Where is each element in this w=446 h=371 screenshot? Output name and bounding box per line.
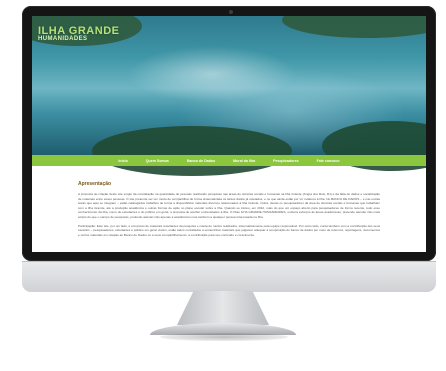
nav-item-fale-conosco[interactable]: Fale conosco bbox=[317, 159, 340, 163]
nav-item-inicio[interactable]: Início bbox=[118, 159, 127, 163]
camera-icon bbox=[229, 10, 233, 14]
hero-landmass bbox=[92, 126, 292, 176]
main-content: Apresentação A proposta de criação deste… bbox=[78, 181, 380, 241]
hero-aerial-image: ILHA GRANDE HUMANIDADES bbox=[32, 16, 426, 176]
participation-paragraph: Participação: Este site, por um lado, é … bbox=[78, 223, 380, 237]
main-navigation: Início Quem Somos Banco de Dados Mural d… bbox=[32, 155, 426, 166]
nav-item-quem-somos[interactable]: Quem Somos bbox=[146, 159, 169, 163]
nav-item-mural-da-ilha[interactable]: Mural da Ilha bbox=[233, 159, 255, 163]
page-title: Apresentação bbox=[78, 181, 112, 187]
hero-landmass bbox=[282, 16, 426, 38]
browser-screen: ILHA GRANDE HUMANIDADES Início Quem Somo… bbox=[32, 16, 426, 252]
nav-item-pesquisadores[interactable]: Pesquisadores bbox=[273, 159, 299, 163]
site-logo[interactable]: ILHA GRANDE HUMANIDADES bbox=[38, 25, 119, 42]
intro-paragraph: A proposta de criação deste site surgiu … bbox=[78, 192, 380, 219]
stand-shadow bbox=[160, 333, 288, 341]
monitor-chin bbox=[22, 261, 436, 292]
nav-item-banco-de-dados[interactable]: Banco de Dados bbox=[187, 159, 215, 163]
monitor-stand-neck bbox=[177, 291, 269, 325]
